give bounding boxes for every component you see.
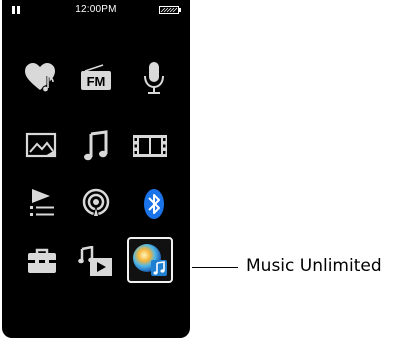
microphone-icon — [144, 62, 164, 94]
photo-icon — [25, 132, 57, 158]
menu-item-music[interactable] — [73, 123, 119, 169]
video-film-icon — [133, 135, 167, 157]
menu-item-bluetooth[interactable] — [131, 181, 177, 227]
settings-toolbox-icon — [28, 248, 56, 273]
callout-label: Music Unlimited — [246, 256, 382, 276]
menu-item-voice-recording[interactable] — [131, 55, 177, 101]
battery-icon — [159, 6, 181, 14]
fm-radio-icon: FM — [81, 64, 111, 90]
music-unlimited-icon — [133, 244, 167, 276]
menu-item-podcasts[interactable] — [73, 181, 119, 227]
menu-item-videos[interactable] — [127, 123, 173, 169]
status-bar: 12:00PM — [2, 0, 190, 20]
menu-item-favorites[interactable] — [19, 55, 65, 101]
menu-item-settings[interactable] — [19, 239, 65, 285]
callout-line — [192, 267, 238, 268]
menu-item-photos[interactable] — [19, 123, 65, 169]
menu-item-playlists[interactable] — [19, 181, 65, 227]
playlist-icon — [30, 189, 54, 216]
device-screen: 12:00PM FM — [2, 0, 190, 338]
menu-item-music-unlimited[interactable] — [127, 237, 173, 283]
menu-item-fm-radio[interactable]: FM — [73, 55, 119, 101]
now-playing-icon — [78, 246, 112, 276]
music-note-icon — [84, 130, 108, 161]
podcast-icon — [82, 188, 110, 216]
bluetooth-icon — [144, 189, 164, 219]
favorites-heart-music-icon — [25, 63, 55, 93]
menu-item-now-playing[interactable] — [73, 239, 119, 285]
svg-text:FM: FM — [87, 74, 106, 89]
